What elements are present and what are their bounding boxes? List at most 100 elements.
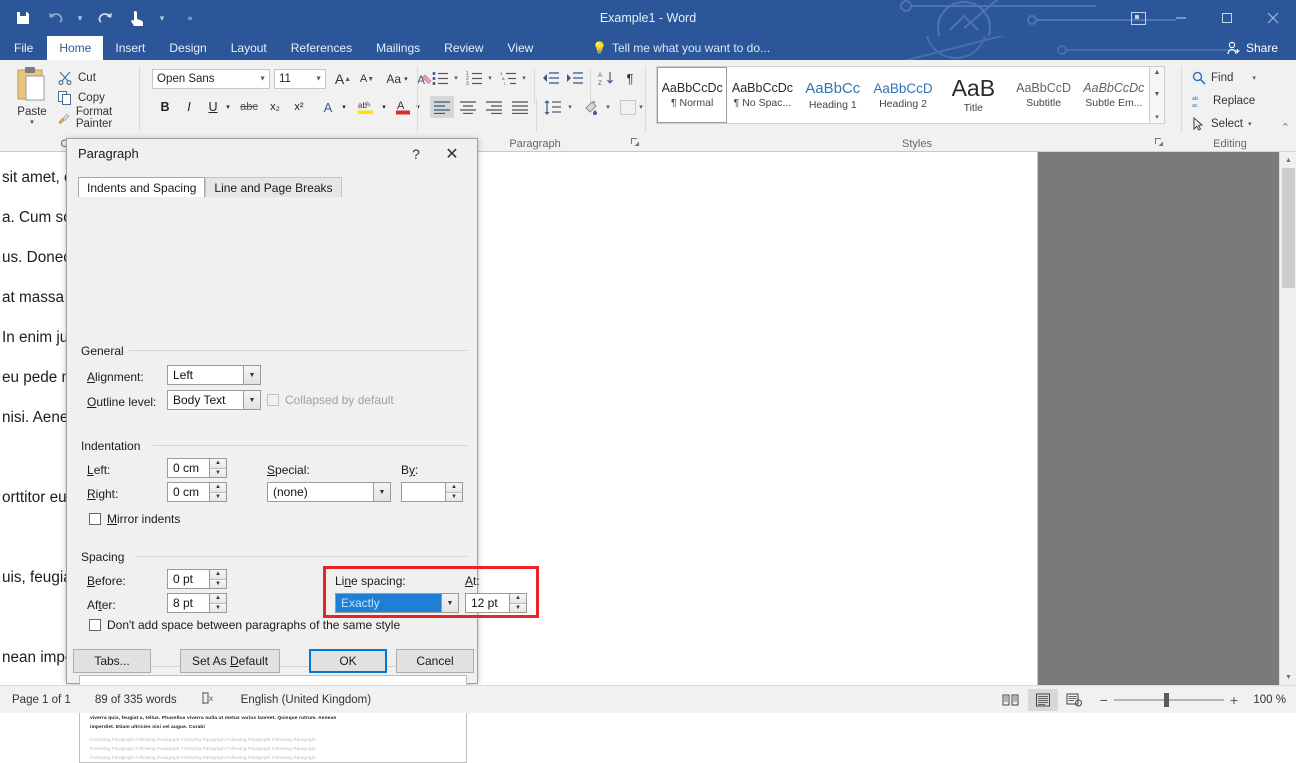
- tab-references[interactable]: References: [279, 36, 364, 60]
- styles-more-icon[interactable]: ▾: [1155, 113, 1159, 121]
- customize-qat-icon[interactable]: ⩧: [182, 4, 198, 32]
- left-indent-spinner[interactable]: ▲▼: [209, 459, 226, 477]
- font-color-button[interactable]: A: [392, 96, 414, 118]
- zoom-in-button[interactable]: +: [1230, 692, 1238, 708]
- collapsed-by-default-checkbox[interactable]: Collapsed by default: [267, 393, 394, 407]
- text-highlight-button[interactable]: ab: [354, 96, 378, 118]
- shading-dropdown-icon[interactable]: ▾: [602, 96, 614, 118]
- set-as-default-button[interactable]: Set As Default: [180, 649, 280, 673]
- left-indent-field[interactable]: 0 cm ▲▼: [167, 458, 227, 478]
- style-title[interactable]: AaB Title: [938, 67, 1008, 123]
- zoom-slider-handle[interactable]: [1164, 693, 1169, 707]
- undo-icon[interactable]: [40, 4, 70, 32]
- superscript-button[interactable]: x²: [288, 96, 310, 118]
- scroll-down-icon[interactable]: ▼: [1154, 91, 1161, 98]
- touch-mode-icon[interactable]: [122, 4, 152, 32]
- scroll-down-icon[interactable]: ▼: [1280, 669, 1296, 685]
- multilevel-list-button[interactable]: 1ai: [498, 68, 518, 88]
- spinner-down-icon[interactable]: ▼: [446, 493, 462, 502]
- right-indent-spinner[interactable]: ▲▼: [209, 483, 226, 501]
- style-heading-1[interactable]: AaBbCс Heading 1: [798, 67, 868, 123]
- tab-design[interactable]: Design: [157, 36, 218, 60]
- line-spacing-dropdown-icon[interactable]: ▾: [564, 96, 576, 118]
- numbering-dropdown-icon[interactable]: ▾: [484, 68, 496, 88]
- bullets-button[interactable]: [430, 68, 450, 88]
- spinner-up-icon[interactable]: ▲: [446, 483, 462, 493]
- tabs-button[interactable]: Tabs...: [73, 649, 151, 673]
- word-count[interactable]: 89 of 335 words: [83, 694, 189, 706]
- scroll-up-icon[interactable]: ▲: [1280, 152, 1296, 168]
- by-field[interactable]: ▲▼: [401, 482, 463, 502]
- borders-button[interactable]: [618, 96, 638, 118]
- vertical-scrollbar[interactable]: ▲ ▼: [1279, 152, 1296, 685]
- style-subtitle[interactable]: AaBbCcD Subtitle: [1008, 67, 1078, 123]
- scrollbar-thumb[interactable]: [1282, 168, 1295, 288]
- tab-mailings[interactable]: Mailings: [364, 36, 432, 60]
- font-color-dropdown-icon[interactable]: ▾: [412, 96, 424, 118]
- subscript-button[interactable]: x₂: [264, 96, 286, 118]
- cancel-button[interactable]: Cancel: [396, 649, 474, 673]
- spinner-up-icon[interactable]: ▲: [210, 483, 226, 493]
- shading-button[interactable]: [580, 96, 602, 118]
- font-name-combobox[interactable]: Open Sans ▼: [152, 69, 270, 89]
- text-effects-button[interactable]: A: [318, 96, 338, 118]
- styles-gallery-scroll[interactable]: ▲ ▼ ▾: [1150, 66, 1165, 124]
- language-indicator[interactable]: English (United Kingdom): [229, 694, 383, 706]
- style-subtle-emphasis[interactable]: AaBbCcDc Subtle Em...: [1079, 67, 1149, 123]
- paste-dropdown-icon[interactable]: ▾: [30, 118, 34, 126]
- at-spinner[interactable]: ▲▼: [509, 594, 526, 612]
- tell-me-box[interactable]: 💡 Tell me what you want to do...: [592, 36, 770, 60]
- spinner-up-icon[interactable]: ▲: [210, 570, 226, 580]
- before-spacing-spinner[interactable]: ▲▼: [209, 570, 226, 588]
- ok-button[interactable]: OK: [309, 649, 387, 673]
- replace-button[interactable]: ab ac Replace: [1192, 91, 1255, 111]
- spinner-up-icon[interactable]: ▲: [210, 594, 226, 604]
- chevron-down-icon[interactable]: ▼: [243, 366, 260, 384]
- styles-dialog-launcher[interactable]: [1154, 137, 1166, 149]
- align-center-button[interactable]: [456, 96, 480, 118]
- bullets-dropdown-icon[interactable]: ▾: [450, 68, 462, 88]
- copy-button[interactable]: Copy: [58, 88, 140, 108]
- dialog-help-button[interactable]: ?: [403, 143, 429, 165]
- spinner-down-icon[interactable]: ▼: [510, 604, 526, 613]
- line-spacing-combobox[interactable]: Exactly ▼: [335, 593, 459, 613]
- find-dropdown-icon[interactable]: ▾: [1252, 74, 1256, 82]
- chevron-down-icon[interactable]: ▼: [373, 483, 390, 501]
- tab-review[interactable]: Review: [432, 36, 495, 60]
- underline-dropdown-icon[interactable]: ▾: [222, 96, 234, 118]
- paragraph-dialog[interactable]: Paragraph ? ✕ Indents and Spacing Line a…: [66, 138, 478, 684]
- close-button[interactable]: [1250, 0, 1296, 36]
- zoom-out-button[interactable]: −: [1100, 692, 1108, 708]
- spinner-down-icon[interactable]: ▼: [210, 469, 226, 478]
- line-spacing-button[interactable]: [542, 96, 564, 118]
- text-effects-dropdown-icon[interactable]: ▾: [338, 96, 350, 118]
- bold-button[interactable]: B: [154, 96, 176, 118]
- spinner-down-icon[interactable]: ▼: [210, 604, 226, 613]
- minimize-button[interactable]: [1158, 0, 1204, 36]
- page-indicator[interactable]: Page 1 of 1: [0, 694, 83, 706]
- zoom-slider[interactable]: [1114, 693, 1224, 707]
- increase-indent-button[interactable]: [564, 68, 586, 88]
- alignment-combobox[interactable]: Left ▼: [167, 365, 261, 385]
- justify-button[interactable]: [508, 96, 532, 118]
- paste-button[interactable]: Paste ▾: [6, 66, 58, 128]
- font-size-combobox[interactable]: 11 ▼: [274, 69, 326, 89]
- align-left-button[interactable]: [430, 96, 454, 118]
- before-spacing-field[interactable]: 0 pt ▲▼: [167, 569, 227, 589]
- read-mode-button[interactable]: [996, 689, 1026, 711]
- undo-dropdown-icon[interactable]: ▾: [72, 4, 88, 32]
- mirror-indents-checkbox[interactable]: Mirror indents: [89, 512, 180, 526]
- chevron-down-icon[interactable]: ▼: [441, 594, 458, 612]
- after-spacing-field[interactable]: 8 pt ▲▼: [167, 593, 227, 613]
- underline-button[interactable]: U: [202, 96, 224, 118]
- scroll-up-icon[interactable]: ▲: [1154, 69, 1161, 76]
- tab-indents-and-spacing[interactable]: Indents and Spacing: [78, 177, 205, 197]
- save-icon[interactable]: [8, 4, 38, 32]
- right-indent-field[interactable]: 0 cm ▲▼: [167, 482, 227, 502]
- numbering-button[interactable]: 123: [464, 68, 484, 88]
- style-no-spacing[interactable]: AaBbCcDc ¶ No Spac...: [727, 67, 797, 123]
- redo-icon[interactable]: [90, 4, 120, 32]
- grow-font-button[interactable]: A▲: [332, 68, 354, 90]
- select-button[interactable]: Select ▾: [1192, 114, 1251, 134]
- multilevel-dropdown-icon[interactable]: ▾: [518, 68, 530, 88]
